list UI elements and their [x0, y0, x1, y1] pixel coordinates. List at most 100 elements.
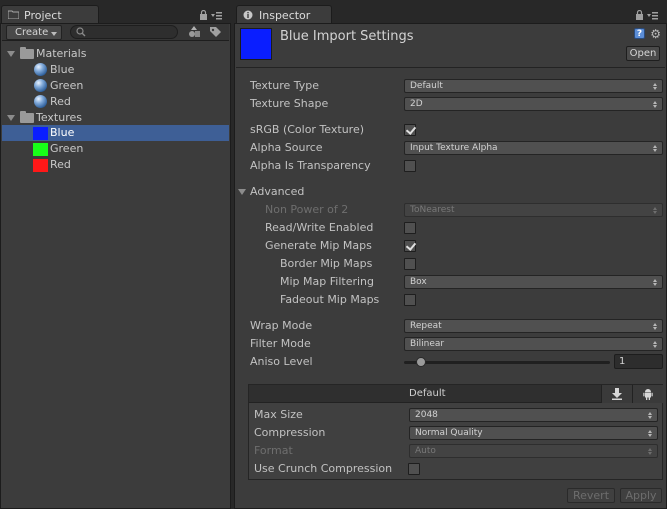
tree-label: Blue: [50, 126, 75, 139]
lock-icon[interactable]: [199, 10, 208, 20]
tree-row-material-red[interactable]: Red: [2, 94, 229, 110]
aniso-level-field[interactable]: 1: [614, 354, 663, 369]
arrow-down-icon: [648, 416, 652, 419]
srgb-checkbox[interactable]: [404, 124, 416, 136]
revert-button[interactable]: Revert: [567, 488, 615, 503]
mip-filtering-dropdown[interactable]: Box: [404, 275, 663, 289]
tree-row-material-blue[interactable]: Blue: [2, 62, 229, 78]
filter-by-label-icon[interactable]: [209, 26, 222, 38]
platform-tab-default[interactable]: Default: [409, 388, 446, 399]
crunch-checkbox[interactable]: [408, 463, 420, 475]
platform-tabs: Default: [249, 385, 663, 403]
alpha-source-label: Alpha Source: [250, 141, 323, 154]
inspector-tabbar: Inspector: [234, 0, 667, 24]
read-write-checkbox[interactable]: [404, 222, 416, 234]
tree-row-textures-folder[interactable]: Textures: [2, 110, 229, 126]
foldout-arrow-icon[interactable]: [7, 51, 15, 57]
compression-label: Compression: [254, 426, 326, 439]
arrow-down-icon: [653, 283, 657, 286]
tree-row-texture-green[interactable]: Green: [2, 141, 229, 157]
srgb-label: sRGB (Color Texture): [250, 123, 365, 136]
arrow-down-icon: [648, 452, 652, 455]
mip-filtering-label: Mip Map Filtering: [280, 275, 374, 288]
tab-inspector-label: Inspector: [259, 9, 311, 22]
arrow-up-icon: [648, 412, 652, 415]
project-toolbar: Create: [2, 24, 229, 41]
filter-mode-value: Bilinear: [410, 339, 445, 349]
compression-dropdown[interactable]: Normal Quality: [409, 426, 658, 440]
material-sphere-icon: [34, 63, 47, 76]
border-mip-checkbox[interactable]: [404, 258, 416, 270]
format-label: Format: [254, 444, 293, 457]
foldout-arrow-icon[interactable]: [7, 115, 15, 121]
folder-icon: [20, 111, 34, 123]
arrow-down-icon: [648, 434, 652, 437]
tree-label: Red: [50, 158, 71, 171]
filter-mode-dropdown[interactable]: Bilinear: [404, 337, 663, 351]
apply-button[interactable]: Apply: [620, 488, 662, 503]
search-input[interactable]: [70, 25, 178, 39]
alpha-source-value: Input Texture Alpha: [410, 143, 498, 153]
compression-value: Normal Quality: [415, 428, 483, 438]
project-panel: Create Materials Blue Green Red Textures…: [0, 23, 231, 509]
tab-project[interactable]: Project: [1, 5, 99, 24]
search-icon: [76, 27, 86, 37]
material-sphere-icon: [34, 79, 47, 92]
texture-type-dropdown[interactable]: Default: [404, 79, 663, 93]
alpha-source-dropdown[interactable]: Input Texture Alpha: [404, 141, 663, 155]
arrow-up-icon: [653, 145, 657, 148]
project-tabbar: Project: [0, 0, 231, 24]
arrow-down-icon: [653, 149, 657, 152]
texture-shape-label: Texture Shape: [250, 97, 329, 110]
max-size-dropdown[interactable]: 2048: [409, 408, 658, 422]
texture-type-label: Texture Type: [250, 79, 320, 92]
mip-filtering-value: Box: [410, 277, 427, 287]
generate-mip-checkbox[interactable]: [404, 240, 416, 252]
arrow-up-icon: [653, 101, 657, 104]
non-power-of-2-label: Non Power of 2: [265, 203, 349, 216]
tree-label: Blue: [50, 63, 75, 76]
arrow-down-icon: [653, 87, 657, 90]
menu-icon[interactable]: [647, 11, 658, 20]
advanced-foldout-icon[interactable]: [238, 189, 246, 195]
alpha-transparency-checkbox[interactable]: [404, 160, 416, 172]
arrow-down-icon: [653, 211, 657, 214]
lock-icon[interactable]: [635, 10, 644, 20]
download-icon: [612, 388, 622, 400]
gear-icon[interactable]: ⚙: [650, 27, 661, 41]
alpha-transparency-label: Alpha Is Transparency: [250, 159, 371, 172]
help-icon[interactable]: ?: [634, 28, 645, 39]
create-label: Create: [15, 27, 49, 38]
open-button[interactable]: Open: [626, 46, 660, 61]
create-button[interactable]: Create: [6, 25, 62, 40]
platform-tab-standalone[interactable]: [601, 385, 632, 403]
format-dropdown: Auto: [409, 444, 658, 458]
arrow-up-icon: [653, 207, 657, 210]
advanced-foldout-label[interactable]: Advanced: [250, 185, 304, 198]
tree-row-material-green[interactable]: Green: [2, 78, 229, 94]
fadeout-mip-label: Fadeout Mip Maps: [280, 293, 380, 306]
tree-row-texture-blue[interactable]: Blue: [2, 125, 229, 141]
filter-by-type-icon[interactable]: [188, 26, 201, 38]
tree-label: Materials: [36, 47, 87, 60]
header-divider: [236, 67, 665, 68]
menu-icon[interactable]: [211, 11, 222, 20]
dropdown-arrow-icon: [51, 32, 57, 36]
platform-tab-android[interactable]: [632, 385, 663, 403]
wrap-mode-value: Repeat: [410, 321, 442, 331]
aniso-level-slider-track[interactable]: [404, 361, 610, 364]
fadeout-mip-checkbox[interactable]: [404, 294, 416, 306]
tree-row-texture-red[interactable]: Red: [2, 157, 229, 173]
tree-row-materials-folder[interactable]: Materials: [2, 46, 229, 62]
texture-thumbnail-icon: [33, 159, 48, 172]
folder-icon: [8, 10, 19, 19]
texture-shape-value: 2D: [410, 99, 423, 109]
generate-mip-label: Generate Mip Maps: [265, 239, 372, 252]
tab-inspector[interactable]: Inspector: [236, 5, 332, 24]
tree-label: Red: [50, 95, 71, 108]
max-size-value: 2048: [415, 410, 438, 420]
info-icon: [243, 10, 253, 20]
wrap-mode-dropdown[interactable]: Repeat: [404, 319, 663, 333]
arrow-up-icon: [648, 448, 652, 451]
texture-shape-dropdown[interactable]: 2D: [404, 97, 663, 111]
